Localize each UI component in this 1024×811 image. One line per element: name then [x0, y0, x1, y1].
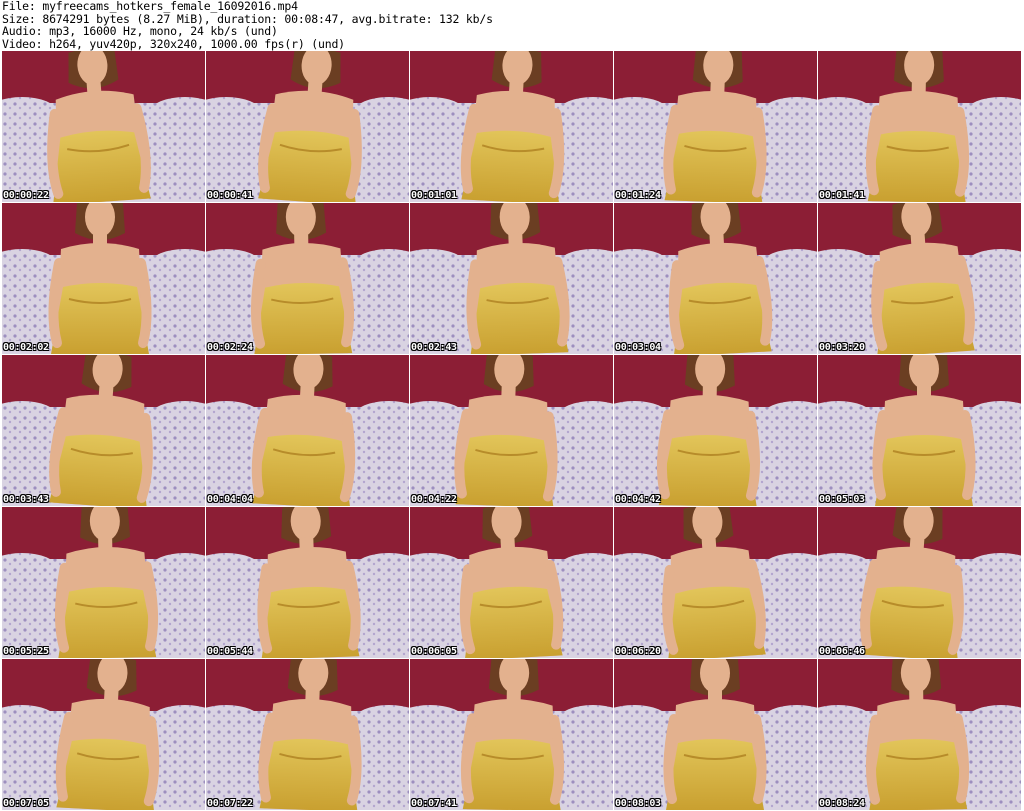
thumbnail-frame-image	[614, 203, 817, 354]
thumbnail-timestamp: 00:04:42	[615, 494, 661, 505]
thumbnail-timestamp: 00:02:24	[207, 342, 253, 353]
thumbnail-frame-image	[818, 355, 1021, 506]
thumbnail-frame-image	[410, 507, 613, 658]
thumbnail-frame-image	[2, 51, 205, 202]
thumbnail-timestamp: 00:04:04	[207, 494, 253, 505]
thumbnail-timestamp: 00:03:43	[3, 494, 49, 505]
thumbnail-timestamp: 00:01:01	[411, 190, 457, 201]
video-thumbnail: 00:04:04	[206, 355, 409, 506]
thumbnail-frame-image	[2, 659, 205, 810]
video-thumbnail: 00:05:03	[818, 355, 1021, 506]
video-thumbnail: 00:08:03	[614, 659, 817, 810]
thumbnail-frame-image	[206, 507, 409, 658]
thumbnail-timestamp: 00:00:22	[3, 190, 49, 201]
thumbnail-timestamp: 00:03:04	[615, 342, 661, 353]
video-thumbnail: 00:07:41	[410, 659, 613, 810]
video-thumbnail: 00:05:44	[206, 507, 409, 658]
video-thumbnail: 00:01:24	[614, 51, 817, 202]
thumbnail-frame-image	[410, 51, 613, 202]
thumbnail-timestamp: 00:06:46	[819, 646, 865, 657]
thumbnail-timestamp: 00:05:03	[819, 494, 865, 505]
thumbnail-frame-image	[818, 659, 1021, 810]
thumbnail-timestamp: 00:00:41	[207, 190, 253, 201]
thumbnail-frame-image	[818, 507, 1021, 658]
thumbnail-frame-image	[206, 659, 409, 810]
thumbnail-timestamp: 00:04:22	[411, 494, 457, 505]
thumbnail-frame-image	[410, 355, 613, 506]
file-info-header: File: myfreecams_hotkers_female_16092016…	[2, 0, 1022, 50]
thumbnail-frame-image	[614, 355, 817, 506]
video-thumbnail: 00:03:20	[818, 203, 1021, 354]
thumbnail-frame-image	[818, 51, 1021, 202]
video-thumbnail: 00:06:20	[614, 507, 817, 658]
video-thumbnail: 00:06:46	[818, 507, 1021, 658]
video-thumbnail: 00:04:22	[410, 355, 613, 506]
file-name-line: File: myfreecams_hotkers_female_16092016…	[2, 0, 298, 13]
thumbnail-timestamp: 00:02:43	[411, 342, 457, 353]
thumbnail-frame-image	[206, 355, 409, 506]
video-info-line: Video: h264, yuv420p, 320x240, 1000.00 f…	[2, 36, 345, 51]
thumbnail-frame-image	[818, 203, 1021, 354]
thumbnail-timestamp: 00:07:05	[3, 798, 49, 809]
thumbnail-frame-image	[2, 507, 205, 658]
thumbnail-timestamp: 00:05:25	[3, 646, 49, 657]
thumbnail-timestamp: 00:07:41	[411, 798, 457, 809]
video-thumbnail: 00:02:24	[206, 203, 409, 354]
thumbnail-timestamp: 00:01:24	[615, 190, 661, 201]
thumbnail-timestamp: 00:02:02	[3, 342, 49, 353]
video-thumbnail: 00:04:42	[614, 355, 817, 506]
thumbnail-frame-image	[614, 659, 817, 810]
video-thumbnail: 00:01:41	[818, 51, 1021, 202]
thumbnail-frame-image	[410, 659, 613, 810]
thumbnail-frame-image	[614, 51, 817, 202]
thumbnail-frame-image	[614, 507, 817, 658]
video-thumbnail: 00:05:25	[2, 507, 205, 658]
thumbnail-timestamp: 00:06:05	[411, 646, 457, 657]
video-thumbnail: 00:08:24	[818, 659, 1021, 810]
video-thumbnail: 00:03:04	[614, 203, 817, 354]
audio-info-line: Audio: mp3, 16000 Hz, mono, 24 kb/s (und…	[2, 24, 278, 38]
thumbnail-frame-image	[410, 203, 613, 354]
thumbnail-frame-image	[2, 355, 205, 506]
thumbnail-timestamp: 00:07:22	[207, 798, 253, 809]
thumbnail-frame-image	[206, 203, 409, 354]
video-thumbnail: 00:07:22	[206, 659, 409, 810]
thumbnail-timestamp: 00:08:24	[819, 798, 865, 809]
thumbnail-grid: 00:00:22 00:00:41 00:01:01 00:01:24 00:01:41…	[2, 51, 1022, 810]
thumbnail-timestamp: 00:05:44	[207, 646, 253, 657]
thumbnail-timestamp: 00:03:20	[819, 342, 865, 353]
thumbnail-frame-image	[2, 203, 205, 354]
video-thumbnail: 00:00:41	[206, 51, 409, 202]
video-thumbnail: 00:06:05	[410, 507, 613, 658]
video-thumbnail: 00:01:01	[410, 51, 613, 202]
thumbnail-timestamp: 00:08:03	[615, 798, 661, 809]
video-thumbnail: 00:02:43	[410, 203, 613, 354]
video-thumbnail: 00:07:05	[2, 659, 205, 810]
video-thumbnail: 00:02:02	[2, 203, 205, 354]
thumbnail-timestamp: 00:06:20	[615, 646, 661, 657]
thumbnail-frame-image	[206, 51, 409, 202]
video-thumbnail: 00:03:43	[2, 355, 205, 506]
video-thumbnail: 00:00:22	[2, 51, 205, 202]
thumbnail-timestamp: 00:01:41	[819, 190, 865, 201]
